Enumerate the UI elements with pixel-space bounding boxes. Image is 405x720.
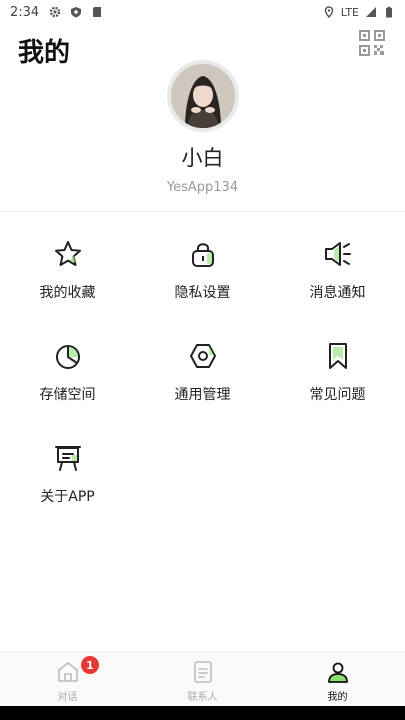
- contacts-icon: [193, 661, 212, 683]
- tab-label: 我的: [327, 692, 348, 703]
- divider: [0, 211, 405, 212]
- menu-item-storage[interactable]: 存储空间: [0, 334, 135, 436]
- person-icon: [327, 662, 348, 683]
- home-icon: [57, 662, 78, 682]
- tab-label: 联系人: [187, 692, 218, 703]
- easel-icon: [54, 446, 81, 471]
- unread-badge: 1: [81, 656, 99, 674]
- menu-label: 消息通知: [309, 285, 366, 301]
- menu-item-privacy[interactable]: 隐私设置: [135, 232, 270, 334]
- menu-label: 隐私设置: [174, 285, 231, 301]
- system-navigation-bar: [0, 706, 405, 720]
- menu-item-general[interactable]: 通用管理: [135, 334, 270, 436]
- network-type: LTE: [340, 5, 359, 19]
- profile-section: 小白 YesApp134: [0, 60, 405, 195]
- bottom-tab-bar: 对话 1 联系人 我的: [0, 651, 405, 706]
- avatar-image: [170, 64, 235, 128]
- pie-chart-icon: [55, 345, 80, 369]
- status-bar: 2:34 LTE: [0, 0, 405, 24]
- menu-grid: 我的收藏 隐私设置 消息通知 存储空间 通用管理 常见问题 关于APP: [0, 232, 405, 538]
- lock-icon: [191, 243, 214, 267]
- settings-hex-icon: [189, 344, 216, 368]
- sd-card-icon: [93, 7, 102, 17]
- menu-label: 常见问题: [309, 387, 366, 403]
- tab-label: 对话: [57, 692, 78, 703]
- signal-icon: [366, 7, 376, 17]
- menu-item-faq[interactable]: 常见问题: [270, 334, 405, 436]
- avatar[interactable]: [166, 60, 239, 132]
- tab-me[interactable]: 我的: [270, 652, 405, 706]
- user-id: YesApp134: [166, 180, 239, 195]
- status-time: 2:34: [10, 4, 40, 20]
- menu-item-notifications[interactable]: 消息通知: [270, 232, 405, 334]
- tab-chats[interactable]: 对话 1: [0, 652, 135, 706]
- battery-icon: [386, 6, 392, 18]
- menu-item-favorites[interactable]: 我的收藏: [0, 232, 135, 334]
- menu-label: 关于APP: [40, 489, 95, 505]
- bookmark-icon: [328, 343, 347, 369]
- qr-code-icon[interactable]: [359, 30, 385, 56]
- username: 小白: [181, 146, 224, 170]
- star-icon: [54, 241, 81, 266]
- tab-contacts[interactable]: 联系人: [135, 652, 270, 706]
- menu-label: 通用管理: [174, 387, 231, 403]
- gear-icon: [50, 6, 61, 18]
- location-icon: [324, 6, 333, 18]
- menu-label: 我的收藏: [39, 285, 96, 301]
- speaker-icon: [324, 242, 351, 266]
- menu-label: 存储空间: [39, 387, 96, 403]
- menu-item-about[interactable]: 关于APP: [0, 436, 135, 538]
- shield-icon: [71, 7, 82, 18]
